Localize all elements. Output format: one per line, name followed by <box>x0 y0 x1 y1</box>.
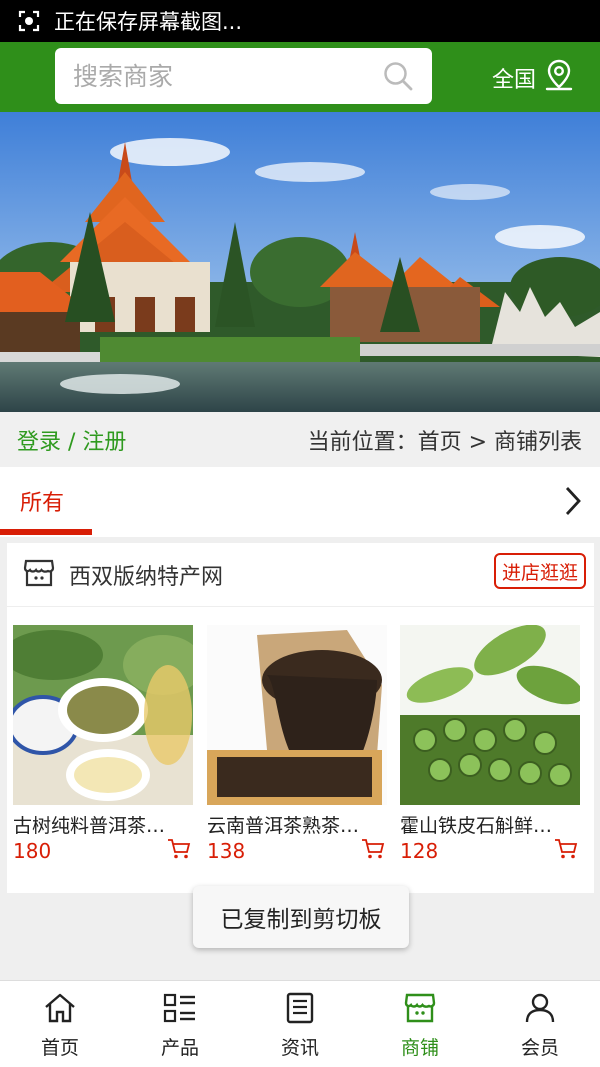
product-name[interactable]: 古树纯料普洱茶… <box>13 811 183 838</box>
toast-message: 已复制到剪切板 <box>193 886 409 948</box>
shop-card: 西双版纳特产网 进店逛逛 古树纯料普洱茶… 180 云南普洱茶熟茶… 138 霍… <box>7 543 594 893</box>
bottom-nav: 首页 产品 资讯 商铺 会员 <box>0 980 600 1067</box>
cart-icon[interactable] <box>361 838 385 864</box>
banner-image[interactable] <box>0 112 600 412</box>
product-image[interactable] <box>13 625 193 805</box>
cart-icon[interactable] <box>167 838 191 864</box>
grid-list-icon <box>163 992 197 1029</box>
status-bar: 正在保存屏幕截图... <box>0 0 600 42</box>
location-pin-icon <box>544 58 574 98</box>
product-name[interactable]: 云南普洱茶熟茶… <box>207 811 377 838</box>
login-register-link[interactable]: 登录 / 注册 <box>17 424 126 456</box>
tab-active-indicator <box>0 529 92 535</box>
nav-item-shops[interactable]: 商铺 <box>360 981 480 1067</box>
product-price: 128 <box>400 839 439 863</box>
nav-label: 会员 <box>520 1037 559 1059</box>
region-selector[interactable]: 全国 <box>492 58 574 98</box>
nav-label: 资讯 <box>280 1037 319 1059</box>
top-header: 全国 <box>0 42 600 112</box>
nav-item-member[interactable]: 会员 <box>480 981 600 1067</box>
product-price: 138 <box>207 839 246 863</box>
user-icon <box>523 992 557 1029</box>
shop-header: 西双版纳特产网 进店逛逛 <box>7 543 594 607</box>
nav-item-home[interactable]: 首页 <box>0 981 120 1067</box>
product-item[interactable]: 云南普洱茶熟茶… 138 <box>207 625 389 864</box>
nav-item-products[interactable]: 产品 <box>120 981 240 1067</box>
product-list: 古树纯料普洱茶… 180 云南普洱茶熟茶… 138 霍山铁皮石斛鲜… 128 <box>7 625 594 875</box>
nav-item-news[interactable]: 资讯 <box>240 981 360 1067</box>
product-item[interactable]: 古树纯料普洱茶… 180 <box>13 625 195 864</box>
status-text: 正在保存屏幕截图... <box>54 10 243 34</box>
visit-shop-button[interactable]: 进店逛逛 <box>493 553 586 589</box>
tab-all[interactable]: 所有 <box>20 485 64 517</box>
nav-label: 产品 <box>160 1037 199 1059</box>
search-input[interactable] <box>73 61 373 91</box>
screenshot-icon <box>18 10 40 32</box>
nav-label: 商铺 <box>400 1037 439 1059</box>
product-image[interactable] <box>400 625 580 805</box>
product-name[interactable]: 霍山铁皮石斛鲜… <box>400 811 570 838</box>
product-image[interactable] <box>207 625 387 805</box>
breadcrumb-bar: 登录 / 注册 当前位置：首页 > 商铺列表 <box>0 412 600 467</box>
search-box[interactable] <box>55 48 432 104</box>
nav-label: 首页 <box>40 1037 79 1059</box>
cart-icon[interactable] <box>554 838 578 864</box>
chevron-right-icon[interactable] <box>564 485 582 521</box>
news-icon <box>283 992 317 1029</box>
product-price: 180 <box>13 839 52 863</box>
region-label: 全国 <box>492 68 537 93</box>
search-icon[interactable] <box>382 60 414 96</box>
store-icon <box>23 558 55 592</box>
product-item[interactable]: 霍山铁皮石斛鲜… 128 <box>400 625 582 864</box>
breadcrumb: 当前位置：首页 > 商铺列表 <box>307 429 582 455</box>
shop-name[interactable]: 西双版纳特产网 <box>69 559 223 591</box>
store-icon <box>403 992 437 1029</box>
home-icon <box>43 992 77 1029</box>
category-tabs: 所有 <box>0 467 600 537</box>
